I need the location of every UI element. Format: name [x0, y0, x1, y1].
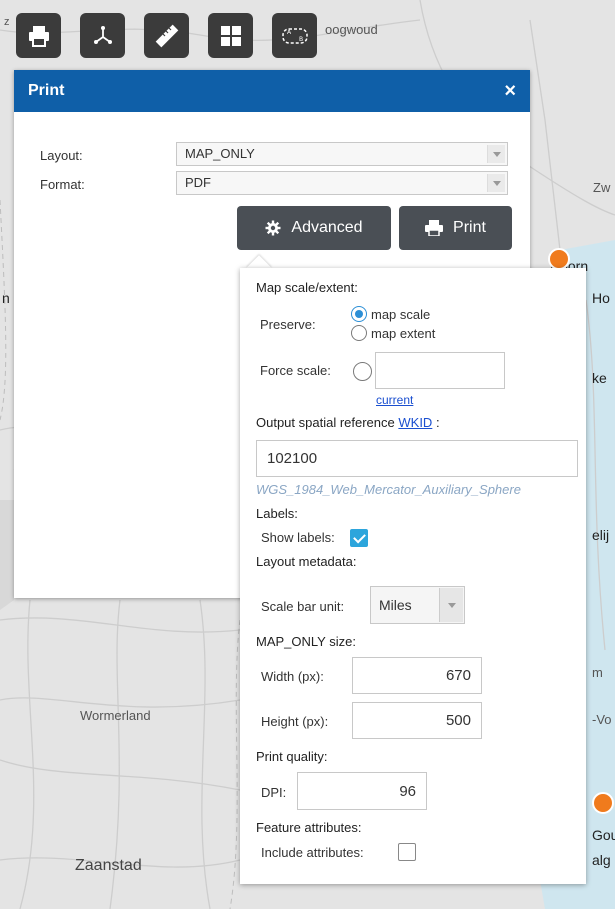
preserve-map-extent-label[interactable]: map extent: [371, 326, 435, 341]
map-label-zw: Zw: [593, 180, 611, 195]
preserve-map-scale-radio[interactable]: [351, 306, 367, 322]
select-ab-icon: AB: [281, 24, 309, 48]
layout-label: Layout:: [40, 148, 83, 163]
height-input[interactable]: 500: [352, 702, 482, 739]
show-labels-label: Show labels:: [261, 530, 335, 545]
map-label-ho: Ho: [592, 290, 610, 306]
advanced-options-popover: Map scale/extent: Preserve: map scale ma…: [240, 268, 586, 884]
measure-tool-button[interactable]: [144, 13, 189, 58]
advanced-button-label: Advanced: [291, 219, 363, 236]
directions-tool-button[interactable]: [80, 13, 125, 58]
chevron-down-icon: [487, 145, 505, 163]
force-scale-input[interactable]: [375, 352, 505, 389]
map-marker-south[interactable]: [592, 792, 614, 814]
sr-title-suffix: :: [435, 415, 440, 430]
map-label-wormerland: Wormerland: [80, 708, 151, 723]
preserve-label: Preserve:: [260, 317, 316, 332]
ruler-icon: [154, 23, 180, 49]
map-label-elij: elij: [592, 527, 610, 543]
width-label: Width (px):: [261, 669, 324, 684]
gear-icon: [265, 220, 281, 236]
select-tool-button[interactable]: AB: [272, 13, 317, 58]
printer-icon: [425, 220, 444, 236]
current-scale-link[interactable]: current: [376, 393, 413, 407]
layout-metadata-section-title: Layout metadata:: [256, 554, 357, 569]
map-label-vo: -Vo: [592, 712, 612, 727]
printer-icon: [27, 25, 51, 47]
print-tool-button[interactable]: [16, 13, 61, 58]
format-select-value: PDF: [185, 175, 211, 190]
chevron-down-icon: [487, 174, 505, 192]
scale-bar-unit-value: Miles: [379, 597, 412, 613]
map-label-oogwoud: oogwoud: [325, 22, 378, 37]
scale-bar-unit-label: Scale bar unit:: [261, 599, 345, 614]
print-quality-section-title: Print quality:: [256, 749, 328, 764]
force-scale-radio[interactable]: [353, 362, 372, 381]
print-panel-title: Print: [28, 82, 65, 99]
print-panel-header: Print ×: [14, 70, 530, 112]
layout-select[interactable]: MAP_ONLY: [176, 142, 508, 166]
map-marker-hoorn[interactable]: [548, 248, 570, 270]
feature-attributes-section-title: Feature attributes:: [256, 820, 362, 835]
force-scale-label: Force scale:: [260, 363, 331, 378]
svg-text:A: A: [287, 29, 292, 36]
map-label-gou: Gou: [592, 827, 615, 843]
output-spatial-reference-title: Output spatial reference WKID :: [256, 415, 440, 430]
map-label-alg: alg: [592, 852, 611, 868]
show-labels-checkbox[interactable]: [350, 529, 368, 547]
map-label-zaanstad: Zaanstad: [75, 857, 142, 874]
map-label-ke: ke: [592, 370, 607, 386]
dpi-input[interactable]: 96: [297, 772, 427, 810]
close-icon[interactable]: ×: [504, 81, 516, 101]
print-button[interactable]: Print: [399, 206, 512, 250]
map-scale-section-title: Map scale/extent:: [256, 280, 358, 295]
wkid-link[interactable]: WKID: [398, 415, 432, 430]
preserve-map-extent-radio[interactable]: [351, 325, 367, 341]
format-select[interactable]: PDF: [176, 171, 508, 195]
wkid-name-text: WGS_1984_Web_Mercator_Auxiliary_Sphere: [256, 482, 521, 497]
sr-title-text: Output spatial reference: [256, 415, 395, 430]
format-label: Format:: [40, 177, 85, 192]
width-input[interactable]: 670: [352, 657, 482, 694]
scale-bar-unit-select[interactable]: Miles: [370, 586, 465, 624]
route-icon: [92, 25, 114, 47]
labels-section-title: Labels:: [256, 506, 298, 521]
map-label-z: z: [4, 16, 10, 28]
include-attributes-checkbox[interactable]: [398, 843, 416, 861]
grid-icon: [220, 25, 242, 47]
chevron-down-icon: [439, 588, 463, 622]
layout-select-value: MAP_ONLY: [185, 146, 255, 161]
dpi-label: DPI:: [261, 785, 287, 800]
include-attributes-label: Include attributes:: [261, 845, 364, 860]
preserve-map-scale-label[interactable]: map scale: [371, 307, 430, 322]
size-section-title: MAP_ONLY size:: [256, 634, 356, 649]
basemap-tool-button[interactable]: [208, 13, 253, 58]
height-label: Height (px):: [261, 714, 329, 729]
svg-text:B: B: [299, 36, 303, 43]
advanced-button[interactable]: Advanced: [237, 206, 391, 250]
map-label-m: m: [592, 665, 603, 680]
wkid-input[interactable]: 102100: [256, 440, 578, 477]
print-button-label: Print: [453, 219, 486, 236]
map-label-n: n: [2, 290, 10, 306]
